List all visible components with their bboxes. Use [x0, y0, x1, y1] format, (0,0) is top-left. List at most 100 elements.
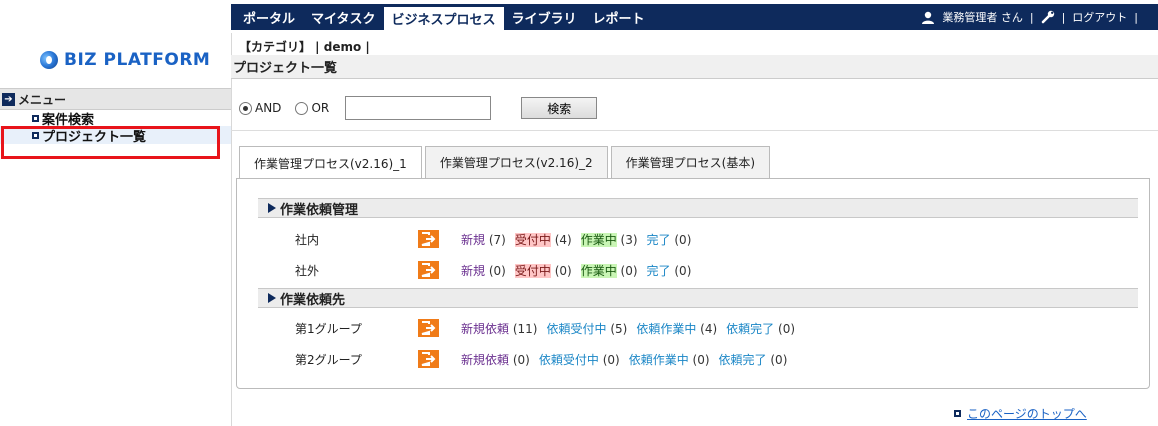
stat-request-accepting[interactable]: 依頼受付中 (5) [546, 320, 627, 337]
stat-label[interactable]: 新規 [461, 233, 485, 247]
page-top-link-text[interactable]: このページのトップへ [967, 405, 1087, 422]
stat-done[interactable]: 完了 (0) [647, 231, 692, 248]
nav-tab-portal[interactable]: ポータル [231, 4, 303, 30]
breadcrumb: 【カテゴリ】 | demo | [239, 40, 370, 54]
arrow-right-icon: ➔ [2, 92, 15, 106]
stat-count: (0) [778, 321, 796, 336]
open-arrow-icon[interactable] [418, 261, 439, 279]
stat-label[interactable]: 依頼作業中 [629, 353, 689, 367]
stat-accepting[interactable]: 受付中 (0) [514, 262, 572, 279]
bullet-icon [32, 114, 39, 122]
stat-label[interactable]: 完了 [647, 233, 671, 247]
stat-label[interactable]: 依頼作業中 [636, 322, 696, 336]
sidebar-item-project-list[interactable]: プロジェクト一覧 [0, 126, 231, 145]
tab-process-1[interactable]: 作業管理プロセス(v2.16)_1 [239, 146, 422, 179]
stat-count: (0) [512, 352, 530, 367]
stat-new-request[interactable]: 新規依頼 (11) [461, 320, 537, 337]
open-arrow-icon[interactable] [418, 350, 439, 368]
stat-label[interactable]: 依頼受付中 [546, 322, 606, 336]
open-arrow-icon[interactable] [418, 319, 439, 337]
top-bar: ポータル マイタスク ビジネスプロセス ライブラリ レポート 業務管理者 さん … [0, 0, 1158, 33]
radio-or-control[interactable] [295, 101, 309, 115]
stat-label[interactable]: 依頼完了 [719, 353, 767, 367]
stat-count: (7) [488, 232, 506, 247]
page-title-text: プロジェクト一覧 [233, 61, 338, 76]
stat-label[interactable]: 新規依頼 [461, 353, 509, 367]
stat-label[interactable]: 受付中 [514, 263, 551, 278]
stat-request-done[interactable]: 依頼完了 (0) [726, 320, 795, 337]
stat-label[interactable]: 新規依頼 [461, 322, 509, 336]
nav-tab-library[interactable]: ライブラリ [504, 4, 585, 30]
stat-count: (3) [620, 232, 638, 247]
open-arrow-icon[interactable] [418, 230, 439, 248]
stat-count: (0) [770, 352, 788, 367]
logo-mark-icon [40, 51, 58, 69]
user-menu: 業務管理者 さん | | ログアウト | [921, 4, 1158, 30]
tab-process-2[interactable]: 作業管理プロセス(v2.16)_2 [424, 146, 608, 178]
stat-label[interactable]: 作業中 [580, 263, 617, 278]
section-title: 作業依頼先 [280, 292, 346, 308]
stat-count: (0) [620, 263, 638, 278]
row-label: 社内 [295, 232, 320, 247]
stat-working[interactable]: 作業中 (3) [580, 231, 638, 248]
stat-count: (0) [554, 263, 572, 278]
stat-new[interactable]: 新規 (0) [461, 262, 506, 279]
search-button[interactable]: 検索 [521, 97, 598, 119]
sidebar-divider [231, 33, 232, 426]
process-tabs: 作業管理プロセス(v2.16)_1 作業管理プロセス(v2.16)_2 作業管理… [239, 146, 771, 179]
separator: | [1029, 10, 1034, 24]
stat-count: (0) [602, 352, 620, 367]
table-row: 社内 新規 (7) 受付中 (4) 作業中 (3) 完了 (0) [295, 228, 700, 250]
nav-tab-business-process[interactable]: ビジネスプロセス [383, 7, 504, 30]
stat-count: (4) [554, 232, 572, 247]
bullet-icon [32, 131, 39, 139]
row-label: 第2グループ [295, 352, 362, 367]
stat-request-done[interactable]: 依頼完了 (0) [719, 351, 788, 368]
triangle-right-icon [268, 293, 276, 303]
tab-process-basic[interactable]: 作業管理プロセス(基本) [610, 146, 771, 178]
stat-label[interactable]: 完了 [647, 264, 671, 278]
radio-or-label: OR [311, 101, 330, 115]
triangle-right-icon [268, 203, 276, 213]
table-row: 第2グループ 新規依頼 (0) 依頼受付中 (0) 依頼作業中 (0) 依頼完了… [295, 348, 796, 370]
stat-new[interactable]: 新規 (7) [461, 231, 506, 248]
radio-or[interactable]: OR [295, 101, 329, 115]
stat-accepting[interactable]: 受付中 (4) [514, 231, 572, 248]
table-row: 社外 新規 (0) 受付中 (0) 作業中 (0) 完了 (0) [295, 259, 700, 281]
stat-working[interactable]: 作業中 (0) [580, 262, 638, 279]
stat-done[interactable]: 完了 (0) [647, 262, 692, 279]
sidebar-item-label: プロジェクト一覧 [42, 129, 147, 145]
stat-label[interactable]: 受付中 [514, 232, 551, 247]
section-header: 作業依頼管理 [258, 198, 1138, 218]
stat-count: (5) [610, 321, 628, 336]
stat-label[interactable]: 依頼受付中 [539, 353, 599, 367]
stat-count: (0) [692, 352, 710, 367]
stat-count: (0) [674, 232, 692, 247]
sidebar-item-case-search[interactable]: 案件検索 [0, 110, 231, 126]
wrench-icon[interactable] [1041, 10, 1055, 24]
nav-tab-my-task[interactable]: マイタスク [303, 4, 383, 30]
user-name[interactable]: 業務管理者 さん [942, 9, 1023, 25]
radio-and[interactable]: AND [239, 101, 281, 115]
stat-new-request[interactable]: 新規依頼 (0) [461, 351, 530, 368]
section-title: 作業依頼管理 [280, 202, 359, 218]
user-icon [922, 11, 935, 24]
radio-and-control[interactable] [239, 101, 252, 115]
stat-label[interactable]: 依頼完了 [726, 322, 774, 336]
sidebar-item-label: 案件検索 [42, 112, 95, 127]
search-input[interactable] [345, 96, 492, 120]
separator: | [1134, 10, 1138, 24]
logo-text: BIZ PLATFORM [64, 50, 211, 70]
brand-logo[interactable]: BIZ PLATFORM [40, 50, 210, 70]
logout-link[interactable]: ログアウト [1072, 9, 1127, 25]
stat-label[interactable]: 作業中 [580, 232, 617, 247]
nav-tab-report[interactable]: レポート [585, 4, 653, 30]
stat-request-working[interactable]: 依頼作業中 (0) [629, 351, 710, 368]
page-top-link[interactable]: このページのトップへ [954, 405, 1087, 422]
stat-request-working[interactable]: 依頼作業中 (4) [636, 320, 717, 337]
sidebar-heading-label: メニュー [18, 92, 67, 107]
stat-label[interactable]: 新規 [461, 264, 485, 278]
stat-count: (11) [512, 321, 538, 336]
table-row: 第1グループ 新規依頼 (11) 依頼受付中 (5) 依頼作業中 (4) 依頼完… [295, 317, 804, 339]
stat-request-accepting[interactable]: 依頼受付中 (0) [539, 351, 620, 368]
